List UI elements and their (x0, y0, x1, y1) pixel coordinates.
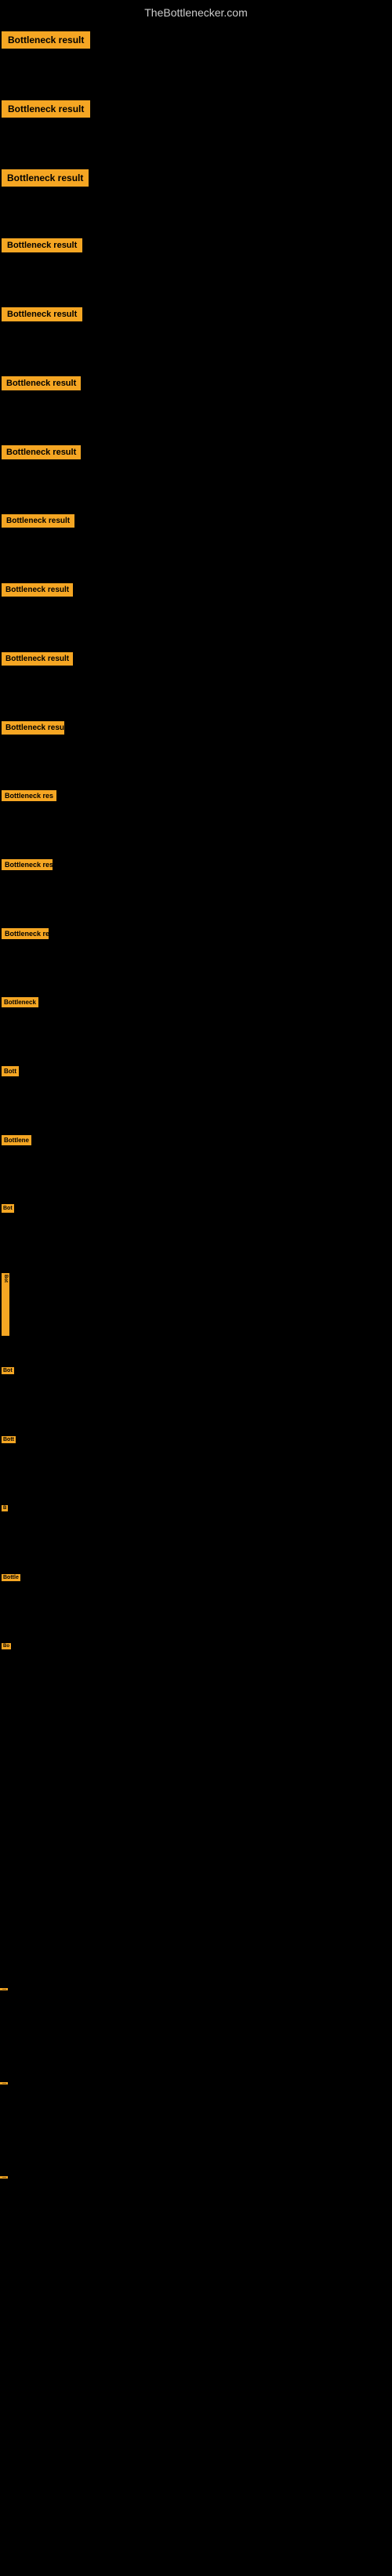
list-item: Bottleneck result (0, 508, 392, 577)
list-item: Bo (0, 1637, 392, 1706)
list-item: Bottleneck result (0, 163, 392, 232)
bottleneck-badge[interactable]: Bottleneck res (2, 790, 56, 801)
small-badge: | (0, 2082, 8, 2084)
list-item: Bottleneck res (0, 784, 392, 853)
bottleneck-badge[interactable]: B (2, 1505, 8, 1511)
small-item: | (0, 1980, 392, 2074)
bottleneck-badge[interactable]: Bottleneck res (2, 859, 53, 870)
bottleneck-badge[interactable]: Bott (2, 1436, 16, 1443)
list-item: Bottleneck result (0, 646, 392, 715)
list-item: Bott (0, 1430, 392, 1499)
bottleneck-badge[interactable]: Bottlene (2, 1135, 31, 1145)
bottleneck-badge[interactable]: Bott (2, 1066, 19, 1076)
bottleneck-badge[interactable]: Bottle (2, 1574, 20, 1581)
small-badge: | (0, 1988, 8, 1990)
bottleneck-badge[interactable]: Bottleneck result (2, 31, 90, 49)
list-item: Bottleneck result (0, 232, 392, 301)
list-item: Bottleneck result (0, 577, 392, 646)
bottleneck-badge[interactable]: Bottleneck result (2, 583, 73, 597)
bottleneck-badge[interactable]: Bottleneck result (2, 169, 89, 187)
list-item: Bottleneck res (0, 853, 392, 922)
bottleneck-badge[interactable]: Bottleneck result (2, 514, 74, 528)
small-items-section: | | | (0, 1980, 392, 2262)
bottleneck-badge[interactable]: Bo (2, 1643, 11, 1649)
bottleneck-badge[interactable]: Bottleneck result (2, 238, 82, 252)
list-item: Bottleneck result (0, 370, 392, 439)
list-item: Bottle (0, 1568, 392, 1637)
small-item: | (0, 2074, 392, 2168)
bottleneck-badge[interactable]: Bottleneck result (2, 376, 81, 390)
list-item: Bot (0, 1198, 392, 1267)
bottleneck-badge[interactable]: Bottleneck resu (2, 721, 64, 735)
bottleneck-badge[interactable]: Bottleneck (2, 997, 38, 1007)
list-item: Bottleneck result (0, 439, 392, 508)
list-item: Bottleneck result (0, 301, 392, 370)
small-item: | (0, 2168, 392, 2262)
bottleneck-badge[interactable]: Bottleneck result (2, 307, 82, 321)
bottleneck-badge[interactable]: Bottleneck result (2, 100, 90, 118)
bottleneck-badge[interactable]: Bot (2, 1273, 9, 1336)
list-item: Bottleneck resu (0, 715, 392, 784)
list-item: Bot (0, 1361, 392, 1430)
empty-section-1 (0, 1706, 392, 1980)
bottleneck-list: Bottleneck result Bottleneck result Bott… (0, 25, 392, 1706)
list-item: Bottleneck res (0, 922, 392, 991)
empty-section-2 (0, 2262, 392, 2576)
bottleneck-badge[interactable]: Bottleneck res (2, 928, 49, 939)
list-item: Bottleneck result (0, 25, 392, 94)
bottleneck-badge[interactable]: Bottleneck result (2, 445, 81, 459)
bottleneck-badge[interactable]: Bot (2, 1204, 14, 1213)
list-item: B (0, 1499, 392, 1568)
list-item: Bottleneck (0, 991, 392, 1060)
bottleneck-badge[interactable]: Bottleneck result (2, 652, 73, 666)
list-item: Bott (0, 1060, 392, 1129)
list-item: Bottlene (0, 1129, 392, 1198)
list-item: Bot (0, 1267, 392, 1361)
site-title: TheBottlenecker.com (0, 0, 392, 25)
small-badge: | (0, 2176, 8, 2179)
bottleneck-badge[interactable]: Bot (2, 1367, 14, 1374)
list-item: Bottleneck result (0, 94, 392, 163)
